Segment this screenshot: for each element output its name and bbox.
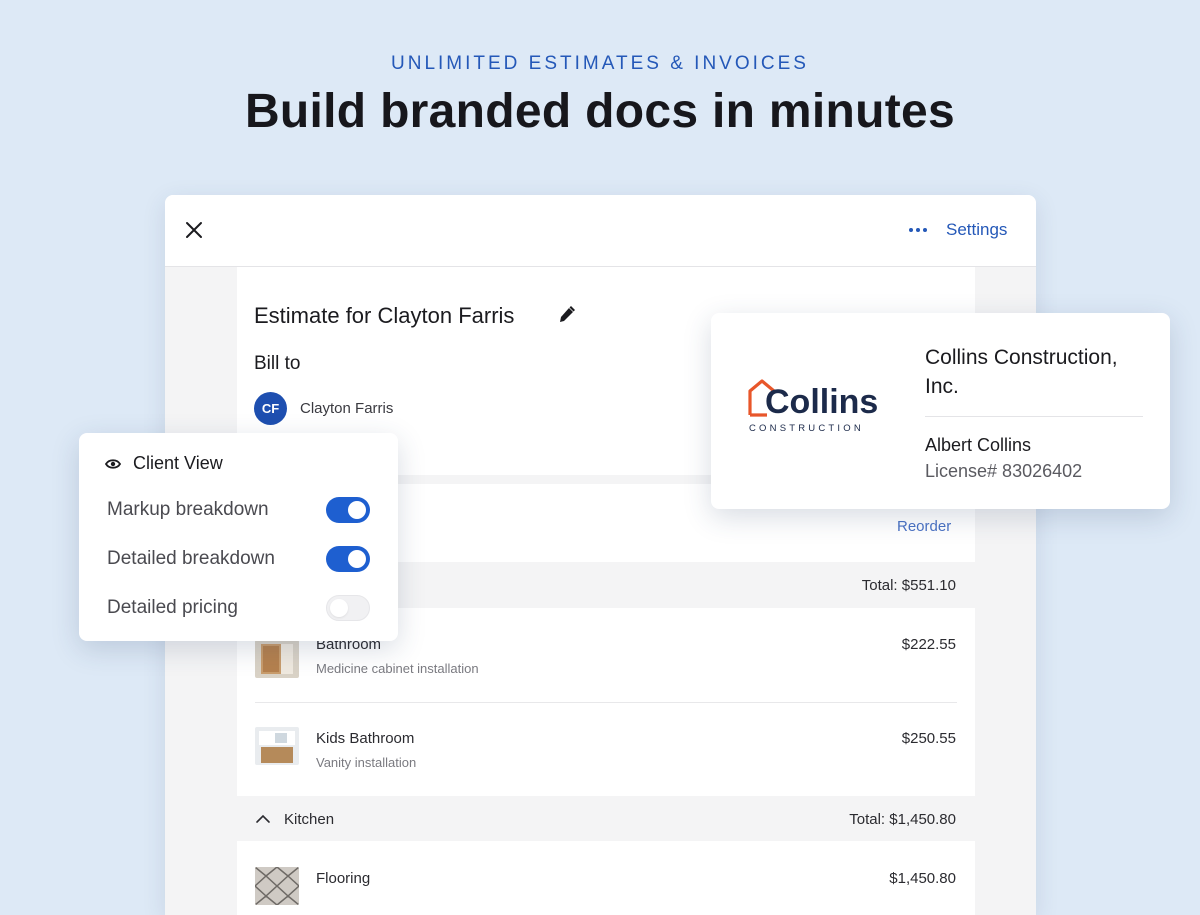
markup-breakdown-label: Markup breakdown: [107, 499, 269, 520]
estimate-title: Estimate for Clayton Farris: [254, 303, 515, 328]
pencil-icon[interactable]: [556, 304, 576, 326]
toggle-knob: [348, 501, 366, 519]
item-name: Flooring: [316, 870, 371, 887]
close-icon[interactable]: [183, 219, 205, 241]
item-name: Kids Bathroom: [316, 730, 415, 747]
item-price: $1,450.80: [889, 870, 956, 887]
svg-text:Collins: Collins: [765, 383, 878, 421]
hero-eyebrow: UNLIMITED ESTIMATES & INVOICES: [391, 53, 809, 74]
chevron-up-icon[interactable]: [255, 812, 271, 826]
client-view-panel: Client View Markup breakdown Detailed br…: [79, 433, 398, 641]
detailed-pricing-toggle[interactable]: [326, 595, 370, 621]
item-price: $250.55: [901, 730, 956, 747]
flooring-thumbnail: [255, 867, 299, 905]
client-view-title: Client View: [133, 453, 223, 473]
svg-text:CONSTRUCTION: CONSTRUCTION: [749, 423, 864, 434]
markup-breakdown-toggle[interactable]: [326, 497, 370, 523]
company-divider: [925, 416, 1143, 417]
kitchen-total: Total: $1,450.80: [849, 811, 956, 828]
toggle-knob: [330, 599, 348, 617]
detailed-pricing-label: Detailed pricing: [107, 597, 238, 618]
item-description: Medicine cabinet installation: [316, 661, 479, 676]
item-description: Vanity installation: [316, 755, 417, 770]
toggle-knob: [348, 550, 366, 568]
section-total: Total: $551.10: [861, 577, 956, 594]
owner-name: Albert Collins: [925, 435, 1032, 455]
eye-icon: [105, 459, 121, 469]
license-number: License# 83026402: [925, 461, 1083, 481]
detailed-breakdown-label: Detailed breakdown: [107, 548, 275, 569]
client-name[interactable]: Clayton Farris: [300, 400, 393, 417]
company-name: Collins Construction, Inc.: [925, 346, 1118, 398]
item-price: $222.55: [901, 636, 956, 653]
group-label-kitchen[interactable]: Kitchen: [284, 811, 334, 828]
bill-to-label: Bill to: [254, 353, 301, 374]
hero-headline: Build branded docs in minutes: [244, 85, 956, 138]
company-info-card: Collins CONSTRUCTION Collins Constructio…: [711, 313, 1170, 509]
kids-bathroom-thumbnail: [255, 727, 299, 765]
detailed-breakdown-toggle[interactable]: [326, 546, 370, 572]
reorder-button[interactable]: Reorder: [897, 518, 951, 535]
top-bar: Settings: [165, 195, 1036, 267]
avatar: CF: [254, 392, 287, 425]
more-options-icon[interactable]: [907, 219, 929, 241]
collins-construction-logo: Collins CONSTRUCTION: [748, 379, 878, 434]
item-divider: [255, 702, 957, 703]
settings-button[interactable]: Settings: [946, 220, 1007, 240]
bathroom-thumbnail: [255, 640, 299, 678]
